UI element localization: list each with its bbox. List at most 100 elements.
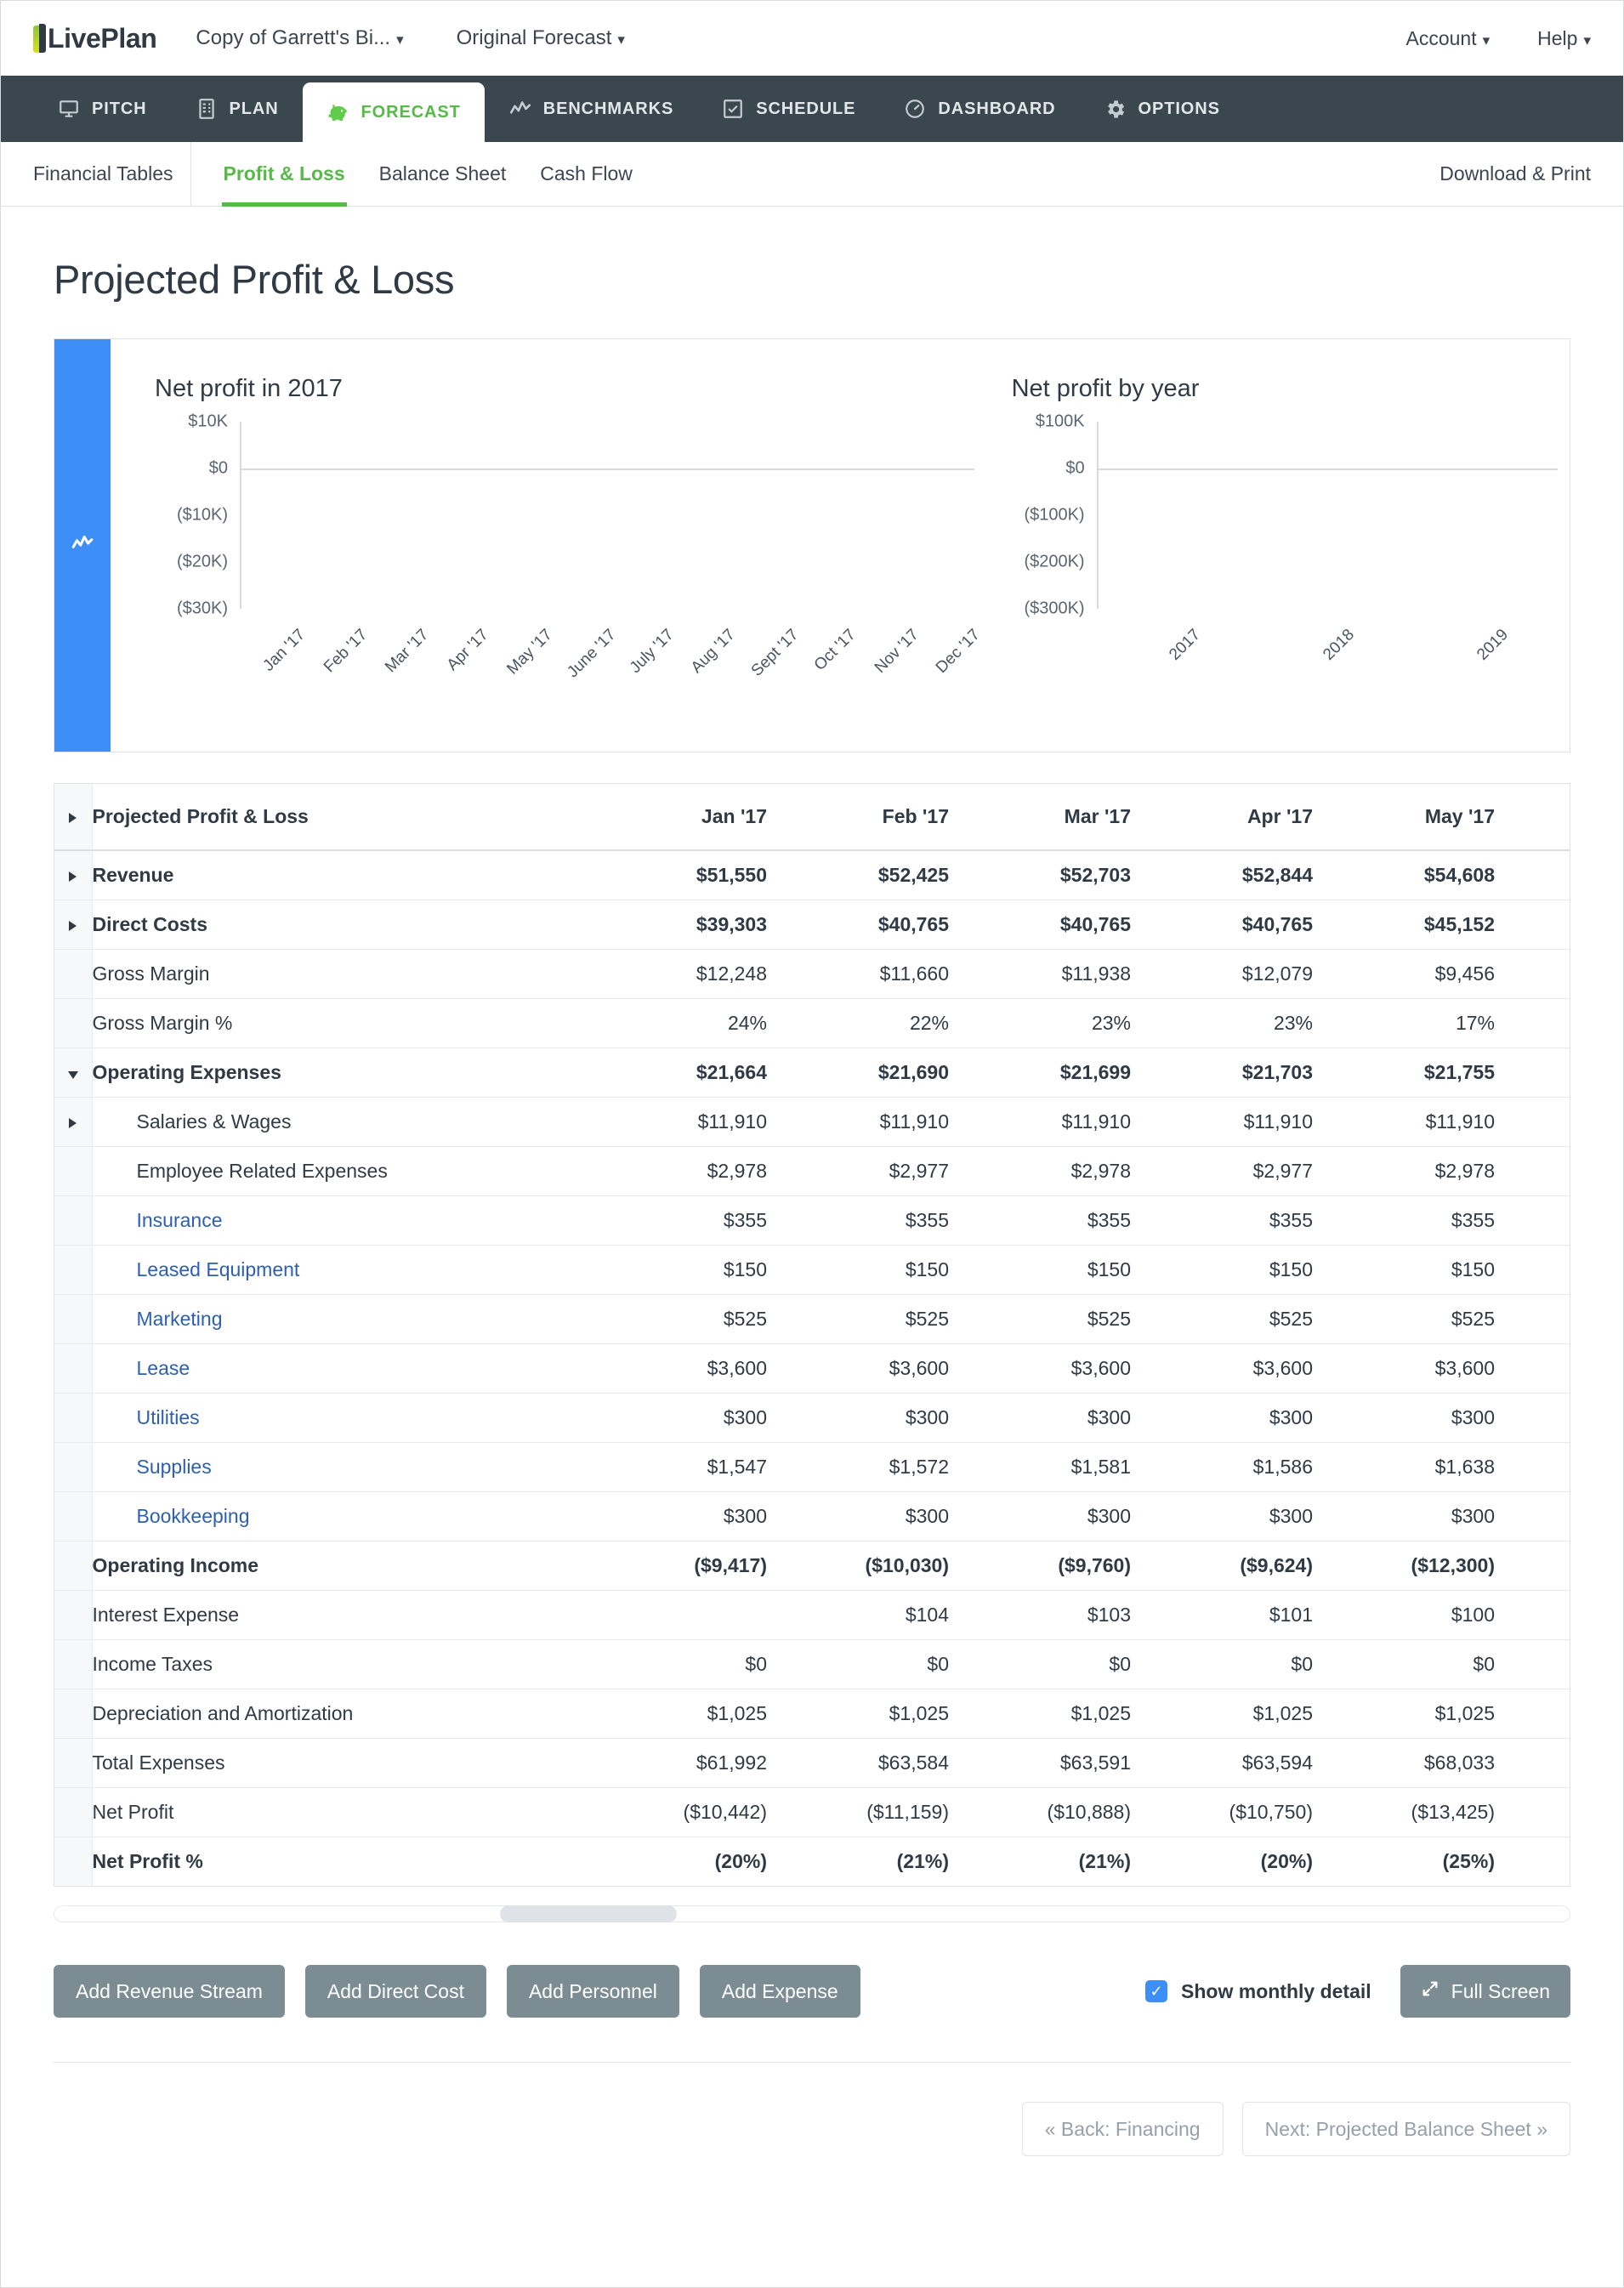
liveplan-logo[interactable]: LivePlan — [33, 23, 157, 54]
row-value-cell[interactable]: $300 — [1495, 1491, 1570, 1541]
column-header-feb17: Feb '17 — [767, 784, 949, 851]
row-value-cell[interactable]: $3,600 — [1131, 1343, 1313, 1394]
row-expand-toggle[interactable] — [54, 1097, 93, 1147]
back-financing-button[interactable]: « Back: Financing — [1021, 2102, 1224, 2156]
row-value-cell: 17% — [1313, 998, 1495, 1048]
help-menu[interactable]: Help ▾ — [1537, 27, 1591, 50]
full-screen-button[interactable]: Full Screen — [1400, 1965, 1570, 2018]
chevron-down-icon: ▾ — [1482, 31, 1491, 48]
chart-tab-toggle[interactable] — [54, 339, 111, 752]
row-expand-toggle[interactable] — [54, 900, 93, 950]
row-value-cell[interactable]: $3,600 — [767, 1343, 949, 1394]
row-value-cell: $2,978 — [1313, 1146, 1495, 1196]
nav-item-dashboard[interactable]: DASHBOARD — [879, 76, 1079, 142]
row-value-cell: $63,584 — [767, 1738, 949, 1788]
row-value-cell[interactable]: $355 — [585, 1195, 767, 1246]
row-value-cell[interactable]: $150 — [1495, 1245, 1570, 1295]
plan-selector-dropdown[interactable]: Copy of Garrett's Bi... ▾ — [196, 26, 403, 50]
row-value-cell[interactable]: $525 — [1495, 1294, 1570, 1344]
row-value-cell[interactable]: $1,586 — [1131, 1442, 1313, 1492]
row-value-cell[interactable]: $1,547 — [585, 1442, 767, 1492]
nav-item-pitch[interactable]: PITCH — [33, 76, 171, 142]
subnav-cash-flow[interactable]: Cash Flow — [523, 142, 650, 207]
row-expand-toggle[interactable] — [54, 850, 93, 900]
row-value-cell: $55,259 — [1495, 850, 1570, 900]
row-value-cell[interactable]: $355 — [1495, 1195, 1570, 1246]
row-value-cell[interactable]: $1,638 — [1313, 1442, 1495, 1492]
row-value-cell[interactable]: $300 — [767, 1491, 949, 1541]
add-revenue-stream-button[interactable]: Add Revenue Stream — [54, 1965, 285, 2018]
add-direct-cost-button[interactable]: Add Direct Cost — [304, 1965, 486, 2018]
column-header-june17: June '17 — [1495, 784, 1570, 851]
row-value-cell[interactable]: $1,572 — [767, 1442, 949, 1492]
scrollbar-thumb[interactable] — [500, 1905, 677, 1922]
row-label[interactable]: Utilities — [92, 1393, 585, 1443]
download-print-link[interactable]: Download & Print — [1439, 162, 1591, 185]
row-value-cell[interactable]: $300 — [949, 1393, 1131, 1443]
row-value-cell[interactable]: $3,600 — [949, 1343, 1131, 1394]
row-expand-toggle[interactable] — [54, 1047, 93, 1098]
row-label: Revenue — [92, 850, 585, 900]
nav-label: FORECAST — [361, 102, 461, 122]
row-value-cell[interactable]: $150 — [949, 1245, 1131, 1295]
row-value-cell[interactable]: $150 — [1131, 1245, 1313, 1295]
row-label[interactable]: Leased Equipment — [92, 1245, 585, 1295]
profit-loss-table: Projected Profit & Loss Jan '17 Feb '17 … — [54, 784, 1570, 1886]
scenario-selector-dropdown[interactable]: Original Forecast ▾ — [457, 26, 625, 50]
row-value-cell[interactable]: $150 — [585, 1245, 767, 1295]
row-value-cell[interactable]: $300 — [1131, 1491, 1313, 1541]
row-value-cell[interactable]: $300 — [767, 1393, 949, 1443]
row-value-cell[interactable]: $300 — [585, 1393, 767, 1443]
row-label[interactable]: Insurance — [92, 1195, 585, 1246]
row-value-cell[interactable]: $300 — [1131, 1393, 1313, 1443]
row-value-cell[interactable]: $525 — [1313, 1294, 1495, 1344]
row-label[interactable]: Bookkeeping — [92, 1491, 585, 1541]
nav-item-options[interactable]: OPTIONS — [1080, 76, 1244, 142]
row-value-cell[interactable]: $3,600 — [585, 1343, 767, 1394]
next-balance-sheet-button[interactable]: Next: Projected Balance Sheet » — [1241, 2102, 1570, 2156]
row-value-cell[interactable]: $300 — [1313, 1491, 1495, 1541]
add-personnel-button[interactable]: Add Personnel — [506, 1965, 679, 2018]
row-value-cell[interactable]: $3,600 — [1313, 1343, 1495, 1394]
row-label[interactable]: Supplies — [92, 1442, 585, 1492]
row-value-cell[interactable]: $300 — [585, 1491, 767, 1541]
row-label[interactable]: Lease — [92, 1343, 585, 1394]
row-value-cell: ($9,417) — [585, 1540, 767, 1591]
row-value-cell[interactable]: $525 — [949, 1294, 1131, 1344]
account-menu[interactable]: Account ▾ — [1405, 27, 1490, 50]
row-value-cell[interactable]: $525 — [1131, 1294, 1313, 1344]
row-value-cell[interactable]: $300 — [1495, 1393, 1570, 1443]
row-label[interactable]: Marketing — [92, 1294, 585, 1344]
expand-arrows-icon — [1421, 1979, 1439, 2003]
row-value-cell[interactable]: $355 — [1131, 1195, 1313, 1246]
table-horizontal-scrollbar[interactable] — [54, 1905, 1570, 1922]
row-value-cell[interactable]: $1,581 — [949, 1442, 1131, 1492]
row-value-cell[interactable]: $1,658 — [1495, 1442, 1570, 1492]
row-value-cell[interactable]: $3,600 — [1495, 1343, 1570, 1394]
row-value-cell[interactable]: $355 — [949, 1195, 1131, 1246]
nav-item-benchmarks[interactable]: BENCHMARKS — [485, 76, 697, 142]
show-monthly-detail-checkbox[interactable]: ✓ Show monthly detail — [1145, 1980, 1371, 2003]
top-bar: LivePlan Copy of Garrett's Bi... ▾ Origin… — [1, 1, 1623, 76]
subnav-profit-loss[interactable]: Profit & Loss — [207, 142, 362, 207]
check-icon: ✓ — [1145, 1980, 1168, 2002]
header-expand-toggle[interactable] — [54, 784, 93, 851]
row-toggle-empty — [54, 1590, 93, 1640]
nav-item-schedule[interactable]: SCHEDULE — [697, 76, 879, 142]
row-value-cell[interactable]: $355 — [767, 1195, 949, 1246]
row-value-cell[interactable]: $300 — [949, 1491, 1131, 1541]
add-expense-button[interactable]: Add Expense — [699, 1965, 860, 2018]
row-value-cell[interactable]: $150 — [767, 1245, 949, 1295]
x-tick: Dec '17 — [932, 626, 984, 677]
subnav-balance-sheet[interactable]: Balance Sheet — [362, 142, 524, 207]
row-value-cell[interactable]: $300 — [1313, 1393, 1495, 1443]
row-value-cell[interactable]: $525 — [585, 1294, 767, 1344]
row-value-cell[interactable]: $355 — [1313, 1195, 1495, 1246]
row-value-cell[interactable]: $525 — [767, 1294, 949, 1344]
nav-item-forecast[interactable]: FORECAST — [302, 82, 485, 142]
chevron-right-icon — [69, 813, 77, 823]
row-value-cell[interactable]: $150 — [1313, 1245, 1495, 1295]
subnav-financial-tables[interactable]: Financial Tables — [33, 141, 191, 207]
nav-item-plan[interactable]: PLAN — [171, 76, 303, 142]
action-row-right: ✓ Show monthly detail Full Screen — [1145, 1965, 1570, 2018]
